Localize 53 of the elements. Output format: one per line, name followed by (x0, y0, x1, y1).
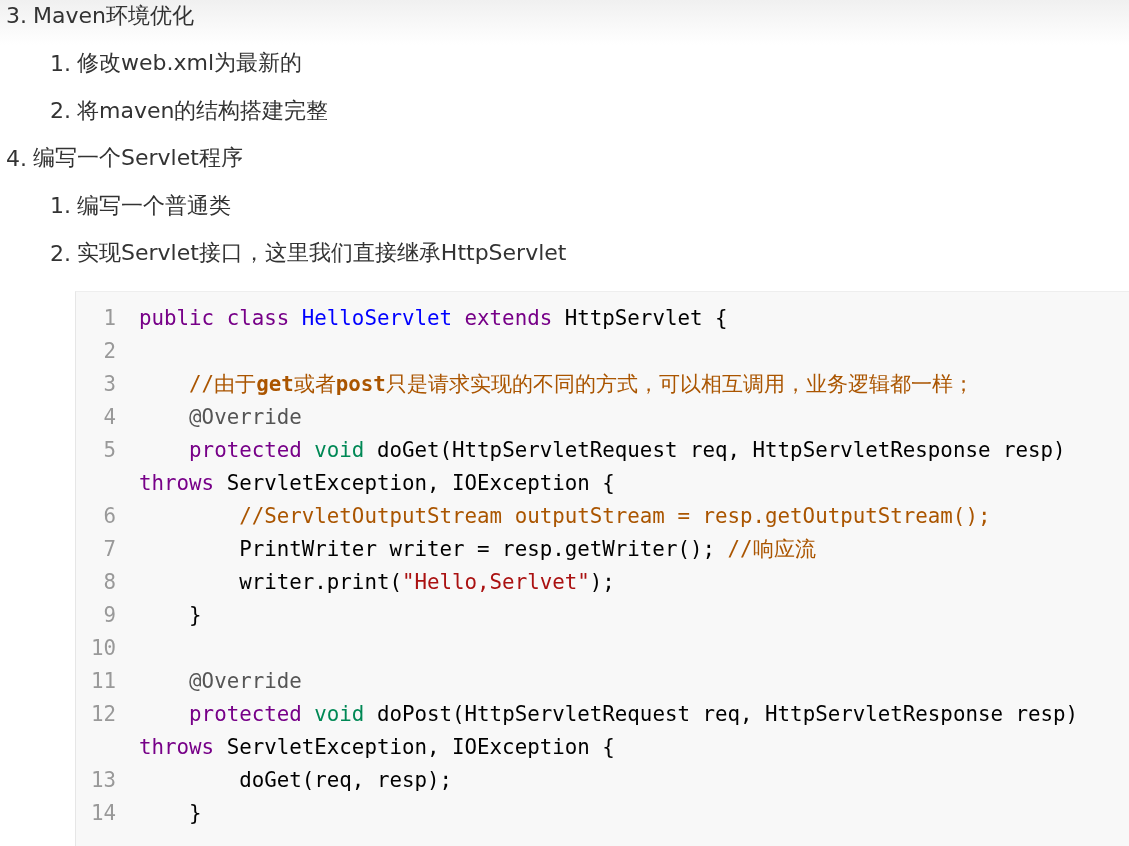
list-item-text: 将maven的结构搭建完整 (77, 96, 329, 125)
code-text: //由于get或者post只是请求实现的不同的方式，可以相互调用，业务逻辑都一样； (188, 372, 974, 396)
line-number: 10 (89, 635, 117, 662)
code-text: doGet(HttpServletRequest req, HttpServletResponse resp) (376, 438, 1067, 462)
list-item-text: Maven环境优化 (33, 1, 194, 30)
list-number: 2. (50, 98, 71, 124)
code-text: void (314, 438, 366, 462)
code-text: } (188, 801, 202, 825)
line-number: 4 (102, 404, 117, 431)
line-number: 14 (89, 800, 117, 827)
code-text: throws (139, 471, 216, 495)
code-text: public (139, 306, 216, 330)
code-text: throws (139, 735, 216, 759)
list-number: 2. (50, 240, 71, 266)
line-number: 3 (102, 371, 117, 398)
list-item-text: 编写一个普通类 (77, 191, 231, 220)
line-number: 13 (89, 767, 117, 794)
code-text: ); (589, 570, 615, 594)
list-number: 1. (50, 50, 71, 76)
list-item-text: 修改web.xml为最新的 (77, 49, 303, 78)
code-text: } (188, 603, 202, 627)
line-number: 5 (102, 437, 117, 464)
code-text: protected (188, 702, 303, 726)
list-number: 4. (6, 145, 27, 171)
line-number: 11 (89, 668, 117, 695)
list-item-text: 编写一个Servlet程序 (33, 144, 243, 173)
line-number: 9 (102, 602, 117, 629)
code-text: class (226, 306, 291, 330)
code-text: writer.print( (238, 570, 402, 594)
code-text: doPost(HttpServletRequest req, HttpServletResponse resp) (376, 702, 1080, 726)
code-text: protected (188, 438, 303, 462)
code-text: doGet(req, resp); (238, 768, 453, 792)
code-text: HelloServlet (301, 306, 454, 330)
code-text: //ServletOutputStream outputStream = resp.getOutputStream(); (238, 504, 991, 528)
code-text: //响应流 (727, 537, 816, 561)
code-text: HttpServlet { (564, 306, 728, 330)
line-number: 8 (102, 569, 117, 596)
code-text: ServletException, IOException { (226, 471, 615, 495)
line-number: 2 (102, 338, 117, 365)
code-text: void (314, 702, 366, 726)
line-number: 1 (102, 305, 117, 332)
code-text: ServletException, IOException { (226, 735, 615, 759)
code-text: extends (464, 306, 554, 330)
code-text: PrintWriter writer = resp.getWriter(); (238, 537, 716, 561)
code-text: "Hello,Serlvet" (401, 570, 590, 594)
line-number: 7 (102, 536, 117, 563)
line-number: 6 (102, 503, 117, 530)
line-number: 12 (89, 701, 117, 728)
list-number: 1. (50, 193, 71, 219)
list-item-text: 实现Servlet接口，这里我们直接继承HttpServlet (77, 239, 567, 268)
code-text: @Override (188, 669, 302, 693)
list-number: 3. (6, 3, 27, 29)
code-text: @Override (188, 405, 302, 429)
